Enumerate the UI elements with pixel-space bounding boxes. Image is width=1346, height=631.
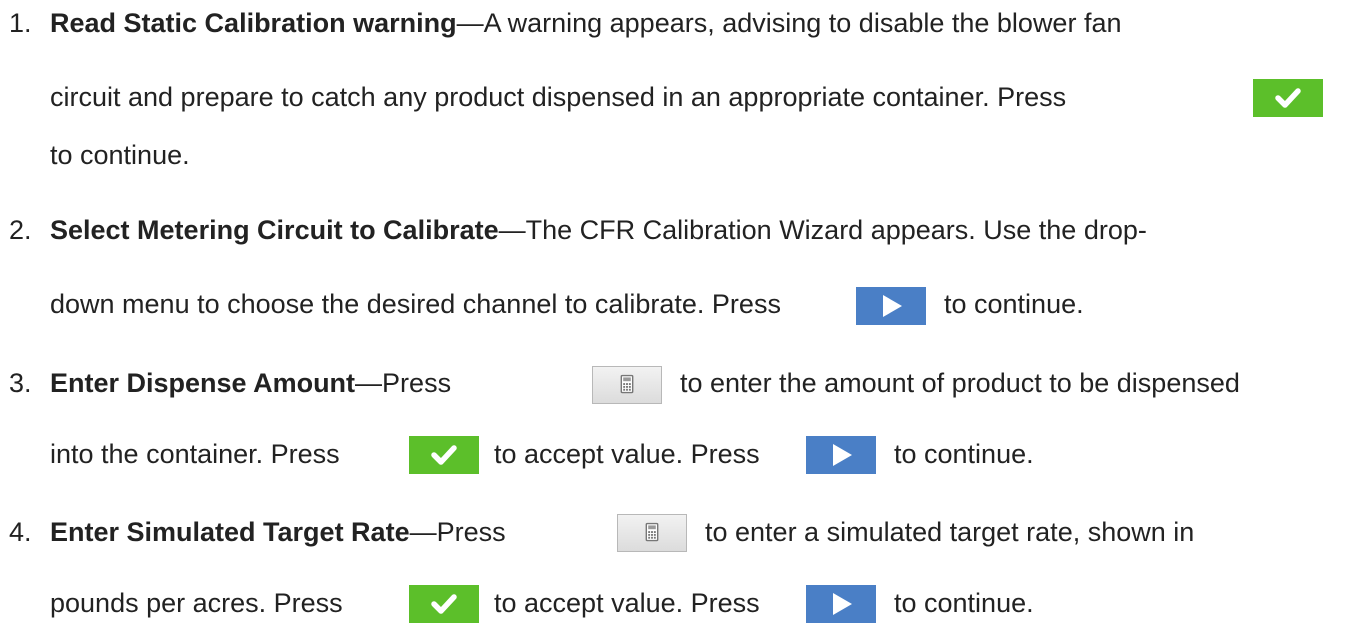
calculator-button[interactable]: [592, 366, 662, 404]
step-text: down menu to choose the desired channel …: [50, 289, 781, 319]
step-line: Select Metering Circuit to Calibrate—The…: [50, 213, 1147, 247]
step-text: to enter the amount of product to be dis…: [680, 368, 1240, 398]
step-text: —Press: [409, 517, 506, 547]
step-title: Enter Dispense Amount: [50, 368, 356, 398]
step-title: Select Metering Circuit to Calibrate: [50, 215, 499, 245]
accept-button[interactable]: [409, 585, 479, 623]
checkmark-icon: [1275, 88, 1301, 108]
step-title: Read Static Calibration warning: [50, 8, 457, 38]
next-button[interactable]: [806, 436, 876, 474]
step-text: circuit and prepare to catch any product…: [50, 82, 1067, 112]
step-line: Enter Dispense Amount—Press: [50, 366, 451, 400]
accept-button[interactable]: [409, 436, 479, 474]
step-number: 1.: [9, 8, 32, 38]
checkmark-icon: [431, 445, 457, 465]
step-text: to continue.: [894, 439, 1034, 469]
step-line: Enter Simulated Target Rate—Press: [50, 515, 506, 549]
step-title: Enter Simulated Target Rate: [50, 517, 410, 547]
next-button[interactable]: [806, 585, 876, 623]
calculator-icon: [645, 522, 659, 542]
play-arrow-icon: [883, 295, 902, 317]
step-text: to continue.: [944, 289, 1084, 319]
step-text: to accept value. Press: [494, 588, 760, 618]
step-text: —The CFR Calibration Wizard appears. Use…: [498, 215, 1147, 245]
step-text: into the container. Press: [50, 439, 340, 469]
accept-button[interactable]: [1253, 79, 1323, 117]
step-text: to continue.: [50, 140, 190, 170]
step-text: —Press: [355, 368, 452, 398]
step-text: to accept value. Press: [494, 439, 760, 469]
step-text: —A warning appears, advising to disable …: [456, 8, 1122, 38]
play-arrow-icon: [833, 593, 852, 615]
calculator-icon: [620, 374, 634, 394]
step-line: Read Static Calibration warning—A warnin…: [50, 6, 1121, 40]
step-text: to enter a simulated target rate, shown …: [705, 517, 1195, 547]
step-number: 3.: [9, 368, 32, 398]
step-number: 4.: [9, 517, 32, 547]
step-text: pounds per acres. Press: [50, 588, 343, 618]
next-button[interactable]: [856, 287, 926, 325]
step-text: to continue.: [894, 588, 1034, 618]
step-number: 2.: [9, 215, 32, 245]
calculator-button[interactable]: [617, 514, 687, 552]
checkmark-icon: [431, 594, 457, 614]
play-arrow-icon: [833, 444, 852, 466]
